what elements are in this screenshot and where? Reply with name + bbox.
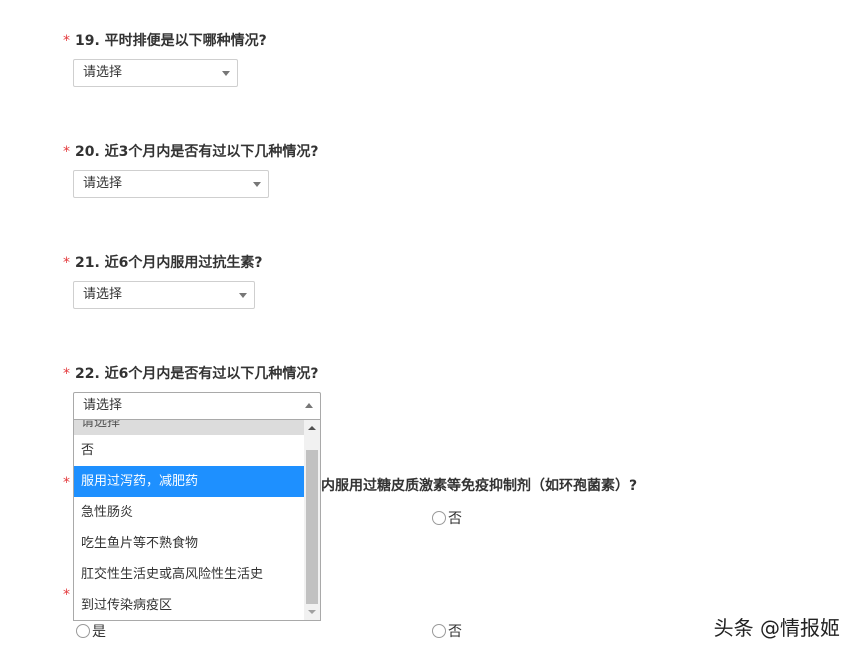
question-21-select[interactable]: 请选择 [73,281,255,309]
scroll-down-arrow-icon[interactable] [304,604,320,620]
dropdown-option[interactable]: 到过传染病疫区 [74,590,305,620]
radio-circle-icon [432,624,446,638]
required-mark: * [63,587,70,603]
question-21-title: * 21. 近6个月内服用过抗生素? [63,255,263,271]
scroll-up-arrow-icon[interactable] [304,420,320,436]
select-value: 请选择 [83,65,123,80]
dropdown-option[interactable]: 否 [74,435,305,466]
question-23-title-visible: 内服用过糖皮质激素等免疫抑制剂（如环孢菌素）? [321,478,638,494]
radio-circle-icon [432,511,446,525]
required-mark: * [63,366,70,382]
dropdown-option[interactable]: 请选择 [74,420,305,435]
scrollbar-thumb[interactable] [306,450,318,604]
chevron-down-icon [222,71,230,76]
question-23-radio-no[interactable]: 否 [432,508,462,528]
dropdown-option-highlighted[interactable]: 服用过泻药，减肥药 [74,466,305,497]
chevron-up-icon [305,403,313,408]
required-mark: * [63,255,70,271]
question-24-radio-yes[interactable]: 是 [76,621,106,641]
question-24-radio-no[interactable]: 否 [432,621,462,641]
question-20-select[interactable]: 请选择 [73,170,269,198]
chevron-down-icon [239,293,247,298]
select-value: 请选择 [83,287,123,302]
question-22-select[interactable]: 请选择 [73,392,321,420]
required-mark: * [63,33,70,49]
question-22-title: * 22. 近6个月内是否有过以下几种情况? [63,366,319,382]
required-mark: * [63,144,70,160]
chevron-down-icon [253,182,261,187]
dropdown-scrollbar[interactable] [304,420,320,620]
required-mark: * [63,475,70,491]
question-20-title: * 20. 近3个月内是否有过以下几种情况? [63,144,319,160]
select-value: 请选择 [83,176,123,191]
watermark-text: 头条 @情报姬 [713,616,840,640]
question-22-dropdown-list[interactable]: 请选择 否 服用过泻药，减肥药 急性肠炎 吃生鱼片等不熟食物 肛交性生活史或高风… [73,420,321,621]
question-19-title: * 19. 平时排便是以下哪种情况? [63,33,267,49]
select-value: 请选择 [83,398,123,413]
dropdown-option[interactable]: 肛交性生活史或高风险性生活史 [74,559,305,590]
question-19-select[interactable]: 请选择 [73,59,238,87]
dropdown-option[interactable]: 吃生鱼片等不熟食物 [74,528,305,559]
dropdown-option[interactable]: 急性肠炎 [74,497,305,528]
radio-circle-icon [76,624,90,638]
